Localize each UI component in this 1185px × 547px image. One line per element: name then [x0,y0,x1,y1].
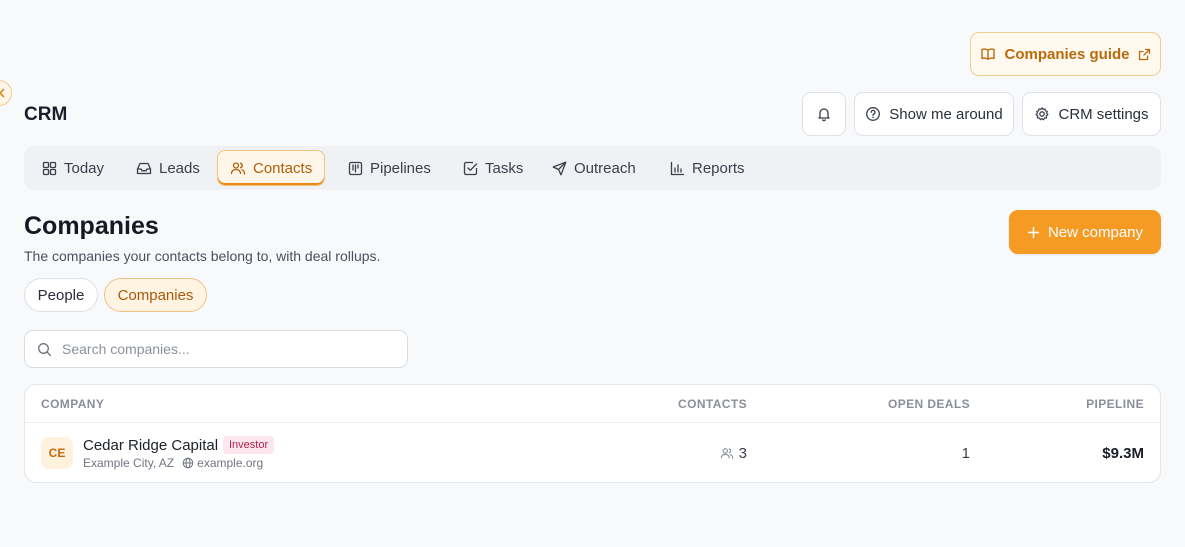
tab-today[interactable]: Today [30,150,116,186]
company-type-badge: Investor [223,436,275,454]
company-location: Example City, AZ [83,456,175,470]
globe-icon [182,457,194,469]
tab-label: Outreach [574,159,636,177]
gear-icon [1034,106,1050,122]
column-header-open-deals[interactable]: OPEN DEALS [888,397,970,411]
show-me-around-label: Show me around [889,105,1003,123]
column-header-company[interactable]: COMPANY [41,397,104,411]
external-link-icon [1138,48,1151,61]
tab-label: Contacts [253,159,313,177]
users-icon [720,447,734,460]
tab-tasks[interactable]: Tasks [451,150,535,186]
contacts-count-cell: 3 [720,445,747,462]
notifications-button[interactable] [802,92,846,136]
crm-settings-label: CRM settings [1058,105,1149,123]
tab-label: Leads [159,159,200,177]
companies-guide-label: Companies guide [1004,45,1130,63]
contacts-count: 3 [738,445,747,462]
page-title: Companies [24,212,159,240]
app-title: CRM [24,104,68,125]
check-square-icon [463,161,478,176]
tab-label: Reports [692,159,745,177]
bell-icon [816,106,832,122]
tab-label: Tasks [485,159,524,177]
company-meta: Example City, AZ example.org [83,456,263,470]
chevron-left-icon [0,88,7,98]
kanban-icon [348,161,363,176]
tab-reports[interactable]: Reports [658,150,757,186]
companies-guide-button[interactable]: Companies guide [970,32,1161,76]
plus-icon [1027,226,1040,239]
new-company-button[interactable]: New company [1009,210,1161,254]
search-input[interactable] [62,341,382,357]
column-header-contacts[interactable]: CONTACTS [678,397,747,411]
companies-table: COMPANY CONTACTS OPEN DEALS PIPELINE CE … [24,384,1161,483]
book-icon [980,46,996,62]
table-row[interactable]: CE Cedar Ridge Capital Investor Example … [25,423,1160,482]
page-subtitle: The companies your contacts belong to, w… [24,248,381,264]
search-box [24,330,408,368]
filter-people[interactable]: People [24,278,98,312]
users-icon [230,161,246,176]
open-deals-count: 1 [961,445,970,462]
crm-settings-button[interactable]: CRM settings [1022,92,1161,136]
search-icon [37,342,52,357]
inbox-icon [136,161,152,176]
column-header-pipeline[interactable]: PIPELINE [1086,397,1144,411]
tab-label: Pipelines [370,159,431,177]
main-nav: Today Leads Contacts Pipelines Tasks Out… [24,146,1161,190]
pipeline-value: $9.3M [1102,445,1144,462]
tab-pipelines[interactable]: Pipelines [336,150,443,186]
company-avatar: CE [41,437,73,469]
bar-chart-icon [670,161,685,176]
company-website[interactable]: example.org [197,456,263,470]
table-header: COMPANY CONTACTS OPEN DEALS PIPELINE [25,385,1160,423]
new-company-label: New company [1047,223,1144,241]
sidebar-toggle-button[interactable] [0,80,12,106]
show-me-around-button[interactable]: Show me around [854,92,1014,136]
tab-leads[interactable]: Leads [124,150,212,186]
help-circle-icon [865,106,881,122]
filter-companies[interactable]: Companies [104,278,207,312]
tab-label: Today [64,159,105,177]
grid-icon [42,161,57,176]
company-name[interactable]: Cedar Ridge Capital [83,437,218,454]
send-icon [552,161,567,176]
tab-outreach[interactable]: Outreach [540,150,648,186]
tab-contacts[interactable]: Contacts [217,150,326,186]
